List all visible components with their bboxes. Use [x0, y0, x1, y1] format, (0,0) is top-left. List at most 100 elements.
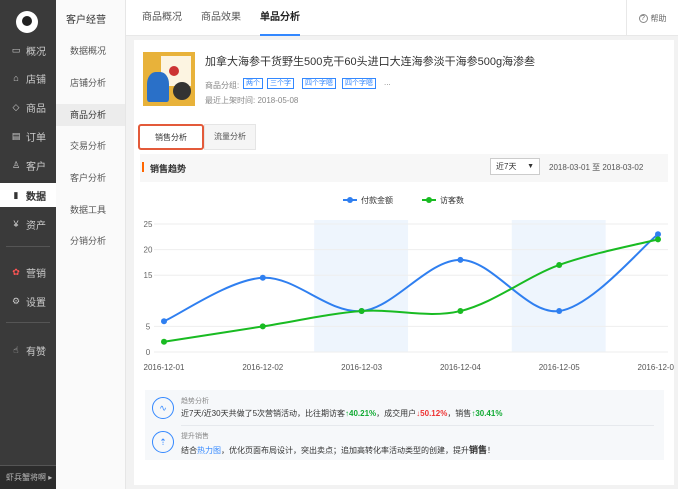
sidebar-item-settings[interactable]: ⚙ 设置 — [0, 289, 56, 313]
sidebar-item-orders[interactable]: ▤ 订单 — [0, 124, 56, 148]
help-label: 帮助 — [650, 13, 667, 23]
content-card: 加拿大海参干货野生500克干60头进口大连海参淡干海参500g海渗叁 商品分组:… — [134, 40, 674, 485]
order-icon: ▤ — [11, 130, 21, 141]
data-point — [259, 274, 266, 281]
sales-boost-text: 结合热力图，优化页面布局设计，突出卖点；追加高转化率活动类型的创建，提升销售！ — [181, 443, 495, 456]
trend-analysis-title: 趋势分析 — [181, 398, 209, 405]
sidebar-item-label: 数据 — [26, 191, 46, 203]
data-point — [259, 323, 266, 330]
sidebar-item-assets[interactable]: ¥ 资产 — [0, 212, 56, 236]
legend-marker — [347, 197, 353, 203]
apps-icon: ✿ — [12, 266, 20, 277]
subnav-item-goods-analysis[interactable]: 商品分析 — [56, 104, 125, 126]
legend-label: 访客数 — [440, 195, 464, 205]
tab-goods-effect[interactable]: 商品效果 — [201, 0, 241, 36]
app-root: ▭ 概况 ⌂ 店铺 ◇ 商品 ▤ 订单 ♙ 客户 ▮ 数据 ¥ 资产 ✿ 营销 ⚙ 设置 ☝ 有赞 … — [0, 0, 678, 489]
y-tick-label: 15 — [144, 271, 153, 280]
y-tick-label: 20 — [144, 246, 153, 255]
lock-up-icon: ⇡ — [152, 431, 174, 453]
sidebar-item-overview[interactable]: ▭ 概况 — [0, 38, 56, 62]
top-tab-bar: 商品概况 商品效果 单品分析 ? 帮助 — [126, 0, 678, 36]
sidebar-item-label: 商品 — [26, 103, 46, 115]
sidebar-item-label: 设置 — [26, 297, 46, 309]
data-point — [457, 308, 464, 315]
sidebar-divider — [6, 322, 50, 323]
data-point — [457, 256, 464, 263]
data-point — [655, 231, 661, 238]
sidebar-item-label: 概况 — [26, 46, 46, 58]
sidebar-item-label: 客户 — [26, 161, 46, 173]
sidebar-item-store[interactable]: ⌂ 店铺 — [0, 66, 56, 90]
help-button[interactable]: ? 帮助 — [626, 0, 678, 36]
highlight-band — [314, 220, 409, 352]
sidebar-item-goods[interactable]: ◇ 商品 — [0, 95, 56, 119]
data-point — [161, 318, 167, 325]
x-tick-label: 2016-12-02 — [242, 363, 283, 372]
gear-icon: ⚙ — [11, 295, 21, 306]
sidebar-item-youzan[interactable]: ☝ 有赞 — [0, 338, 56, 362]
bar-chart-icon: ▮ — [13, 189, 19, 200]
thumbs-up-icon: ☝ — [13, 344, 19, 355]
sales-emphasis: 销售 — [469, 445, 488, 455]
y-tick-label: 5 — [146, 322, 151, 331]
data-point — [161, 338, 167, 345]
sales-trend-chart: 0 5 15 20 25 2016-12-01 2016-12-02 2016-12-03 20… — [144, 195, 674, 372]
sidebar-item-label: 有赞 — [26, 346, 46, 358]
sales-text: ！ — [487, 446, 496, 455]
sales-text: 结合 — [181, 446, 197, 455]
data-point — [556, 261, 563, 268]
subnav-item-data-tools[interactable]: 数据工具 — [56, 199, 125, 221]
tab-goods-overview[interactable]: 商品概况 — [142, 0, 182, 36]
trend-text: ，销售 — [447, 409, 472, 418]
yen-icon: ¥ — [13, 219, 19, 229]
legend-label: 付款金额 — [361, 195, 393, 205]
buyer-change: ↓50.12% — [416, 409, 448, 418]
sidebar-item-customers[interactable]: ♙ 客户 — [0, 153, 56, 177]
sales-change: ↑30.41% — [471, 409, 503, 418]
subnav-title: 客户经营 — [66, 15, 106, 26]
trend-text: 近7天/近30天共做了5次营销活动，比往期访客 — [181, 409, 346, 418]
subnav-item-trade-analysis[interactable]: 交易分析 — [56, 135, 125, 157]
sidebar-item-label: 店铺 — [26, 74, 46, 86]
sales-text: ，优化页面布局设计，突出卖点；追加高转化率活动类型的创建，提升 — [221, 446, 469, 455]
x-tick-label: 2016-12-01 — [144, 363, 185, 372]
help-icon: ? — [638, 13, 648, 23]
account-switcher[interactable]: 虾兵蟹将啊 ▸ — [0, 465, 56, 489]
x-tick-label: 2016-12-05 — [539, 363, 580, 372]
insight-panel: ∿ 趋势分析 近7天/近30天共做了5次营销活动，比往期访客↑40.21%，成交… — [145, 390, 664, 460]
sidebar-divider — [6, 246, 50, 247]
subnav-item-customer-analysis[interactable]: 客户分析 — [56, 167, 125, 189]
x-tick-label: 2016-12-03 — [341, 363, 382, 372]
x-tick-label: 2016-12-04 — [440, 363, 481, 372]
trend-analysis-text: 近7天/近30天共做了5次营销活动，比往期访客↑40.21%，成交用户↓50.1… — [181, 408, 502, 419]
sidebar-item-label: 资产 — [26, 220, 46, 232]
trend-line-icon: ∿ — [152, 397, 174, 419]
trend-text: ，成交用户 — [376, 409, 417, 418]
sidebar-item-marketing[interactable]: ✿ 营销 — [0, 260, 56, 284]
store-icon: ⌂ — [13, 73, 19, 83]
subnav-item-store-analysis[interactable]: 店铺分析 — [56, 72, 125, 94]
sub-navigation: 客户经营 数据概况 店铺分析 商品分析 交易分析 客户分析 数据工具 分销分析 — [56, 0, 126, 489]
sales-boost-title: 提升销售 — [181, 433, 209, 440]
y-tick-label: 0 — [146, 348, 151, 357]
visitor-change: ↑40.21% — [345, 409, 377, 418]
data-point — [655, 236, 661, 243]
subnav-item-distribution-analysis[interactable]: 分销分析 — [56, 230, 125, 252]
insight-divider — [181, 425, 654, 426]
avatar[interactable] — [16, 11, 38, 33]
sidebar-item-data[interactable]: ▮ 数据 — [0, 183, 56, 207]
legend-marker — [426, 197, 432, 203]
highlight-band — [511, 220, 606, 352]
user-icon: ♙ — [11, 159, 21, 170]
sidebar-item-label: 订单 — [26, 132, 46, 144]
tab-single-goods-analysis[interactable]: 单品分析 — [260, 0, 300, 36]
monitor-icon: ▭ — [11, 44, 21, 55]
subnav-item-data-overview[interactable]: 数据概况 — [56, 40, 125, 62]
sidebar-item-label: 营销 — [26, 268, 46, 280]
main-sidebar: ▭ 概况 ⌂ 店铺 ◇ 商品 ▤ 订单 ♙ 客户 ▮ 数据 ¥ 资产 ✿ 营销 ⚙ 设置 ☝ 有赞 … — [0, 0, 56, 489]
heatmap-link[interactable]: 热力图 — [197, 446, 221, 455]
data-point — [358, 308, 365, 315]
x-tick-label: 2016-12-06 — [638, 363, 674, 372]
tag-icon: ◇ — [12, 101, 20, 112]
data-point — [556, 308, 563, 315]
